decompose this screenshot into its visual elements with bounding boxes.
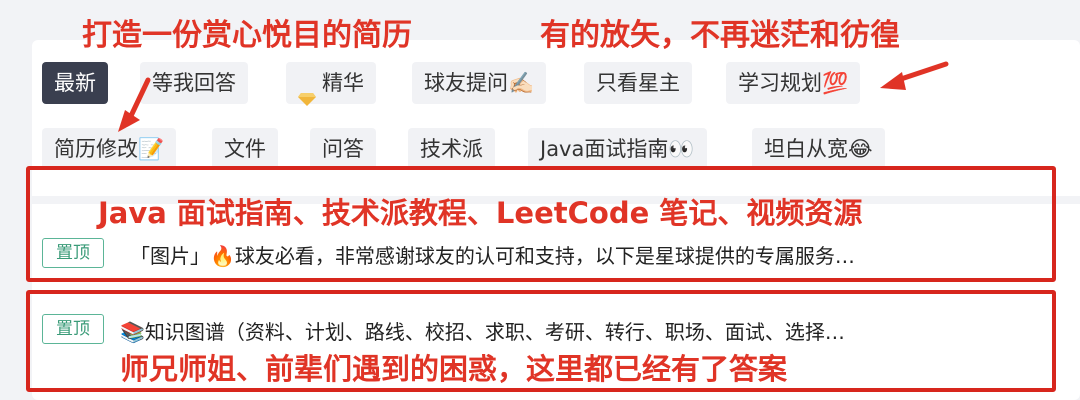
post-title-1[interactable]: 「图片」🔥球友必看，非常感谢球友的认可和支持，以下是星球提供的专属服务… bbox=[130, 240, 1036, 269]
annotation-answers: 师兄师姐、前辈们遇到的困惑，这里都已经有了答案 bbox=[120, 352, 788, 386]
pinned-badge: 置顶 bbox=[42, 314, 104, 344]
post-title-2[interactable]: 📚知识图谱（资料、计划、路线、校招、求职、考研、转行、职场、面试、选择… bbox=[120, 316, 1036, 345]
annotation-resources: Java 面试指南、技术派教程、LeetCode 笔记、视频资源 bbox=[98, 196, 863, 230]
pinned-badge: 置顶 bbox=[42, 238, 104, 268]
